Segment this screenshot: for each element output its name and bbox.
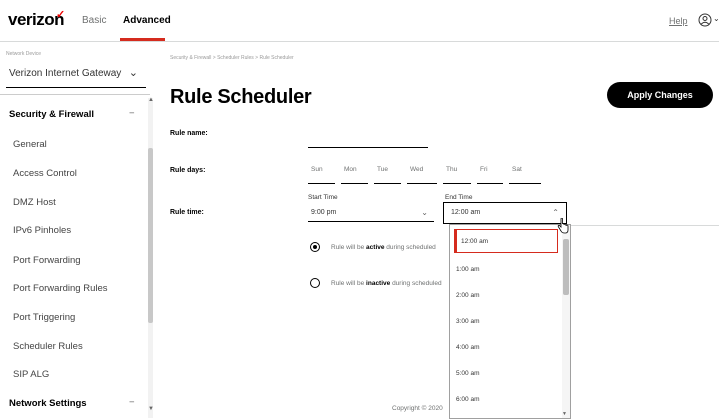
sidebar-section-security-label: Security & Firewall (9, 109, 95, 120)
chevron-down-icon: ⌄ (421, 208, 428, 217)
dropdown-option-selected[interactable]: 12:00 am (454, 229, 558, 253)
dropdown-option[interactable]: 1:00 am (456, 266, 480, 273)
sidebar-item-port-triggering[interactable]: Port Triggering (13, 312, 75, 323)
active-tab-indicator (120, 38, 165, 41)
verizon-checkmark-icon: ✓ (56, 9, 66, 21)
page-title: Rule Scheduler (170, 86, 312, 108)
tab-basic[interactable]: Basic (82, 15, 106, 26)
sidebar-section-network[interactable]: Network Settings − (9, 397, 135, 409)
dropdown-option[interactable]: 4:00 am (456, 344, 480, 351)
sidebar-item-access-control[interactable]: Access Control (13, 168, 77, 179)
radio-active[interactable] (310, 242, 320, 252)
network-device-label: Network Device (6, 51, 42, 57)
day-tue[interactable]: Tue (374, 162, 401, 184)
sidebar-item-port-forwarding-rules[interactable]: Port Forwarding Rules (13, 283, 108, 294)
rule-name-input[interactable] (308, 128, 428, 148)
end-time-value: 12:00 am (451, 209, 481, 216)
sidebar-item-port-forwarding[interactable]: Port Forwarding (13, 255, 81, 266)
sidebar: Network Device Verizon Internet Gateway … (0, 43, 158, 419)
sidebar-scrollbar-thumb[interactable] (148, 148, 153, 323)
dropdown-scrollbar-thumb[interactable] (563, 239, 569, 295)
radio-active-label[interactable]: Rule will be active during scheduled (331, 244, 436, 251)
end-time-label: End Time (445, 194, 473, 201)
sidebar-item-scheduler-rules[interactable]: Scheduler Rules (13, 341, 83, 352)
day-fri[interactable]: Fri (477, 162, 503, 184)
user-menu-chevron-icon[interactable]: ⌄ (713, 14, 719, 23)
device-select-value: Verizon Internet Gateway (9, 68, 122, 79)
end-time-dropdown-list[interactable]: 12:00 am 1:00 am 2:00 am 3:00 am 4:00 am… (449, 224, 571, 419)
collapse-icon[interactable]: − (129, 108, 135, 119)
start-time-label: Start Time (308, 194, 338, 201)
chevron-down-icon: ⌄ (128, 67, 138, 79)
rule-time-label: Rule time: (170, 209, 204, 216)
rule-name-label: Rule name: (170, 130, 208, 137)
collapse-icon[interactable]: − (129, 397, 135, 408)
apply-changes-button[interactable]: Apply Changes (607, 82, 713, 108)
start-time-value: 9:00 pm (311, 209, 337, 216)
breadcrumb: Security & Firewall > Scheduler Rules > … (170, 55, 294, 61)
dropdown-option[interactable]: 5:00 am (456, 370, 480, 377)
sidebar-section-security[interactable]: Security & Firewall − (9, 108, 135, 120)
dropdown-option[interactable]: 3:00 am (456, 318, 480, 325)
day-sat[interactable]: Sat (509, 162, 541, 184)
scroll-down-arrow-icon[interactable]: ▼ (148, 406, 154, 412)
sidebar-item-ipv6-pinholes[interactable]: IPv6 Pinholes (13, 225, 71, 236)
sidebar-item-sip-alg[interactable]: SIP ALG (13, 369, 49, 380)
rule-days-label: Rule days: (170, 167, 206, 174)
end-time-select[interactable]: 12:00 am ⌃ (443, 202, 567, 224)
dropdown-option[interactable]: 6:00 am (456, 396, 480, 403)
user-circle-icon[interactable] (698, 13, 712, 27)
radio-inactive[interactable] (310, 278, 320, 288)
scroll-up-arrow-icon[interactable]: ▲ (148, 97, 154, 103)
day-sun[interactable]: Sun (308, 162, 335, 184)
tab-advanced[interactable]: Advanced (123, 15, 171, 26)
device-select[interactable]: Verizon Internet Gateway ⌄ (6, 60, 146, 88)
sidebar-item-dmz-host[interactable]: DMZ Host (13, 197, 56, 208)
start-time-select[interactable]: 9:00 pm ⌄ (308, 204, 434, 222)
dropdown-option[interactable]: 2:00 am (456, 292, 480, 299)
hand-cursor-icon (557, 218, 569, 234)
day-thu[interactable]: Thu (443, 162, 471, 184)
day-wed[interactable]: Wed (407, 162, 437, 184)
footer-copyright: Copyright © 2020 (392, 405, 443, 412)
sidebar-section-network-label: Network Settings (9, 398, 87, 409)
sidebar-divider (0, 94, 150, 95)
day-mon[interactable]: Mon (341, 162, 368, 184)
scroll-down-arrow-icon[interactable]: ▼ (562, 411, 567, 417)
sidebar-item-general[interactable]: General (13, 139, 47, 150)
radio-inactive-label[interactable]: Rule will be inactive during scheduled (331, 280, 442, 287)
top-header: verizon ✓ Basic Advanced Help ⌄ (0, 0, 719, 42)
section-divider (570, 225, 719, 226)
help-link[interactable]: Help (669, 16, 688, 26)
chevron-up-icon: ⌃ (552, 208, 559, 217)
